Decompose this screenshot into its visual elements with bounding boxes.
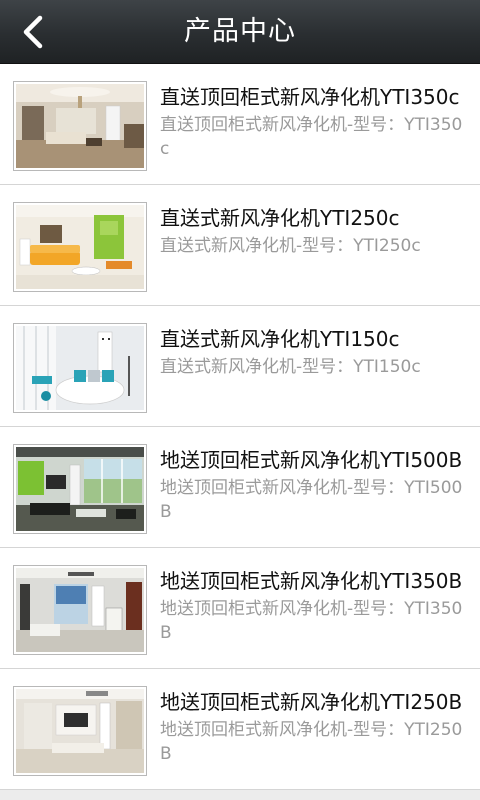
- product-name: 地送顶回柜式新风净化机YTI250B: [160, 690, 463, 714]
- product-name: 地送顶回柜式新风净化机YTI350B: [160, 569, 463, 593]
- product-name: 直送式新风净化机YTI250c: [160, 206, 400, 230]
- product-image: [13, 202, 147, 292]
- list-item[interactable]: 直送式新风净化机YTI150c 直送式新风净化机-型号：YTI150c: [0, 306, 480, 429]
- product-desc: 地送顶回柜式新风净化机-型号：YTI500B: [160, 478, 463, 522]
- title-bar: 产品中心: [0, 0, 480, 64]
- list-item[interactable]: 直送顶回柜式新风净化机YTI350c 直送顶回柜式新风净化机-型号：YTI350…: [0, 64, 480, 187]
- product-name: 直送式新风净化机YTI150c: [160, 327, 400, 351]
- page-title: 产品中心: [184, 16, 296, 47]
- product-list: 直送顶回柜式新风净化机YTI350c 直送顶回柜式新风净化机-型号：YTI350…: [0, 64, 480, 792]
- product-image: [13, 81, 147, 171]
- list-item[interactable]: 地送顶回柜式新风净化机YTI250B 地送顶回柜式新风净化机-型号：YTI250…: [0, 669, 480, 792]
- product-image: [13, 565, 147, 655]
- product-desc: 地送顶回柜式新风净化机-型号：YTI250B: [160, 720, 463, 764]
- product-image: [13, 323, 147, 413]
- product-image: [13, 444, 147, 534]
- product-desc: 直送式新风净化机-型号：YTI150c: [160, 357, 421, 377]
- product-desc: 直送顶回柜式新风净化机-型号：YTI350c: [160, 115, 463, 159]
- product-name: 直送顶回柜式新风净化机YTI350c: [160, 85, 460, 109]
- list-item[interactable]: 地送顶回柜式新风净化机YTI500B 地送顶回柜式新风净化机-型号：YTI500…: [0, 427, 480, 550]
- product-name: 地送顶回柜式新风净化机YTI500B: [160, 448, 463, 472]
- list-item[interactable]: 直送式新风净化机YTI250c 直送式新风净化机-型号：YTI250c: [0, 185, 480, 308]
- product-desc: 直送式新风净化机-型号：YTI250c: [160, 236, 421, 256]
- list-item[interactable]: 地送顶回柜式新风净化机YTI350B 地送顶回柜式新风净化机-型号：YTI350…: [0, 548, 480, 671]
- product-image: [13, 686, 147, 776]
- product-desc: 地送顶回柜式新风净化机-型号：YTI350B: [160, 599, 463, 643]
